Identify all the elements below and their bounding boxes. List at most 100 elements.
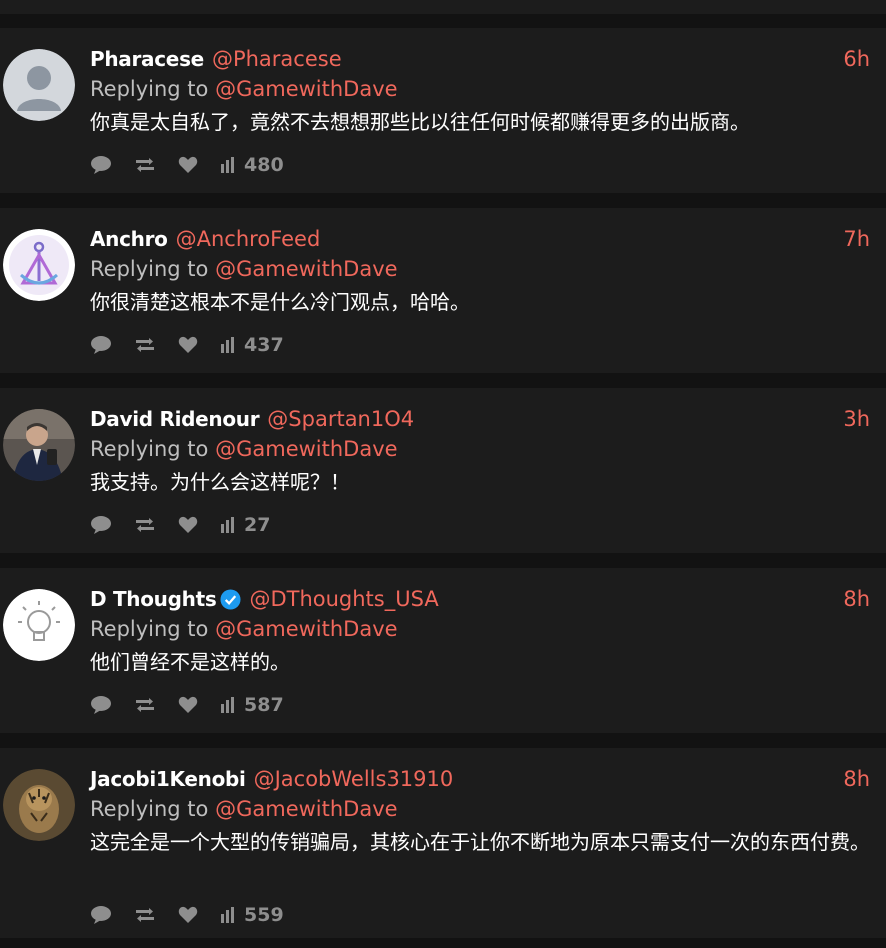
- reply-text: 这完全是一个大型的传销骗局，其核心在于让你不断地为原本只需支付一次的东西付费。: [90, 830, 870, 854]
- default-person-icon: [3, 49, 75, 121]
- retweet-button[interactable]: [134, 907, 156, 923]
- display-name[interactable]: D Thoughts: [90, 587, 217, 611]
- action-bar: 437: [90, 330, 306, 360]
- replying-to-line: Replying to @GamewithDave: [90, 254, 870, 284]
- display-name[interactable]: Anchro: [90, 227, 168, 251]
- action-bar: 587: [90, 690, 306, 720]
- retweet-icon: [136, 518, 154, 532]
- profile-photo-icon: [3, 409, 75, 481]
- timestamp[interactable]: 8h: [843, 584, 870, 614]
- like-button[interactable]: [178, 516, 198, 534]
- replying-to-label: Replying to: [90, 437, 209, 461]
- reply-feed: Pharacese @Pharacese 6h Replying to @Game…: [0, 0, 886, 948]
- action-bar: 559: [90, 900, 306, 930]
- replying-to-handle[interactable]: @GamewithDave: [215, 77, 397, 101]
- replying-to-handle[interactable]: @GamewithDave: [215, 437, 397, 461]
- avatar[interactable]: [3, 589, 75, 661]
- retweet-icon: [136, 908, 154, 922]
- views-count: 587: [244, 694, 284, 716]
- reply-card[interactable]: D Thoughts @DThoughts_USA 8h Replying to …: [0, 568, 886, 733]
- previous-card-edge: [0, 0, 886, 14]
- retweet-button[interactable]: [134, 517, 156, 533]
- heart-icon: [178, 906, 198, 923]
- reply-button[interactable]: [90, 695, 112, 715]
- comment-icon: [91, 906, 111, 924]
- views-button[interactable]: 587: [220, 694, 284, 716]
- action-bar: 27: [90, 510, 292, 540]
- reply-button[interactable]: [90, 905, 112, 925]
- avatar[interactable]: [3, 229, 75, 301]
- heart-icon: [178, 516, 198, 533]
- anchor-logo-icon: [3, 229, 75, 301]
- display-name[interactable]: David Ridenour: [90, 407, 260, 431]
- reply-button[interactable]: [90, 155, 112, 175]
- views-button[interactable]: 559: [220, 904, 284, 926]
- reply-card[interactable]: David Ridenour @Spartan1O4 3h Replying to…: [0, 388, 886, 553]
- user-handle[interactable]: @Pharacese: [212, 47, 342, 71]
- reply-button[interactable]: [90, 335, 112, 355]
- replying-to-label: Replying to: [90, 257, 209, 281]
- views-bar-chart-icon: [221, 907, 234, 923]
- timestamp[interactable]: 8h: [843, 764, 870, 794]
- views-button[interactable]: 437: [220, 334, 284, 356]
- lightbulb-icon: [3, 589, 75, 661]
- tiger-photo-icon: [3, 769, 75, 841]
- timestamp[interactable]: 3h: [843, 404, 870, 434]
- avatar[interactable]: [3, 49, 75, 121]
- retweet-icon: [136, 158, 154, 172]
- reply-button[interactable]: [90, 515, 112, 535]
- display-name[interactable]: Jacobi1Kenobi: [90, 767, 246, 791]
- heart-icon: [178, 336, 198, 353]
- display-name[interactable]: Pharacese: [90, 47, 204, 71]
- replying-to-handle[interactable]: @GamewithDave: [215, 797, 397, 821]
- reply-text: 你真是太自私了，竟然不去想想那些比以往任何时候都赚得更多的出版商。: [90, 110, 750, 134]
- replying-to-line: Replying to @GamewithDave: [90, 614, 870, 644]
- comment-icon: [91, 336, 111, 354]
- heart-icon: [178, 696, 198, 713]
- user-handle[interactable]: @Spartan1O4: [267, 407, 414, 431]
- retweet-button[interactable]: [134, 697, 156, 713]
- views-bar-chart-icon: [221, 517, 234, 533]
- reply-card[interactable]: Anchro @AnchroFeed 7h Replying to @Gamewi…: [0, 208, 886, 373]
- views-button[interactable]: 27: [220, 514, 270, 536]
- reply-text: 我支持。为什么会这样呢？！: [90, 470, 350, 494]
- views-button[interactable]: 480: [220, 154, 284, 176]
- retweet-icon: [136, 698, 154, 712]
- comment-icon: [91, 516, 111, 534]
- replying-to-handle[interactable]: @GamewithDave: [215, 617, 397, 641]
- views-bar-chart-icon: [221, 697, 234, 713]
- like-button[interactable]: [178, 906, 198, 924]
- user-handle[interactable]: @DThoughts_USA: [249, 587, 438, 611]
- verified-badge-icon: [220, 589, 241, 610]
- avatar[interactable]: [3, 769, 75, 841]
- like-button[interactable]: [178, 156, 198, 174]
- user-handle[interactable]: @JacobWells31910: [254, 767, 454, 791]
- replying-to-label: Replying to: [90, 797, 209, 821]
- like-button[interactable]: [178, 336, 198, 354]
- like-button[interactable]: [178, 696, 198, 714]
- reply-text: 你很清楚这根本不是什么冷门观点，哈哈。: [90, 290, 470, 314]
- replying-to-label: Replying to: [90, 617, 209, 641]
- replying-to-label: Replying to: [90, 77, 209, 101]
- comment-icon: [91, 696, 111, 714]
- views-bar-chart-icon: [221, 337, 234, 353]
- replying-to-line: Replying to @GamewithDave: [90, 794, 870, 824]
- reply-card[interactable]: Jacobi1Kenobi @JacobWells31910 8h Replyin…: [0, 748, 886, 938]
- retweet-button[interactable]: [134, 157, 156, 173]
- heart-icon: [178, 156, 198, 173]
- reply-card[interactable]: Pharacese @Pharacese 6h Replying to @Game…: [0, 28, 886, 193]
- views-count: 480: [244, 154, 284, 176]
- retweet-icon: [136, 338, 154, 352]
- timestamp[interactable]: 6h: [843, 44, 870, 74]
- replying-to-line: Replying to @GamewithDave: [90, 434, 870, 464]
- user-handle[interactable]: @AnchroFeed: [176, 227, 321, 251]
- avatar[interactable]: [3, 409, 75, 481]
- views-count: 27: [244, 514, 271, 536]
- replying-to-handle[interactable]: @GamewithDave: [215, 257, 397, 281]
- views-count: 559: [244, 904, 284, 926]
- views-bar-chart-icon: [221, 157, 234, 173]
- replying-to-line: Replying to @GamewithDave: [90, 74, 870, 104]
- retweet-button[interactable]: [134, 337, 156, 353]
- views-count: 437: [244, 334, 284, 356]
- timestamp[interactable]: 7h: [843, 224, 870, 254]
